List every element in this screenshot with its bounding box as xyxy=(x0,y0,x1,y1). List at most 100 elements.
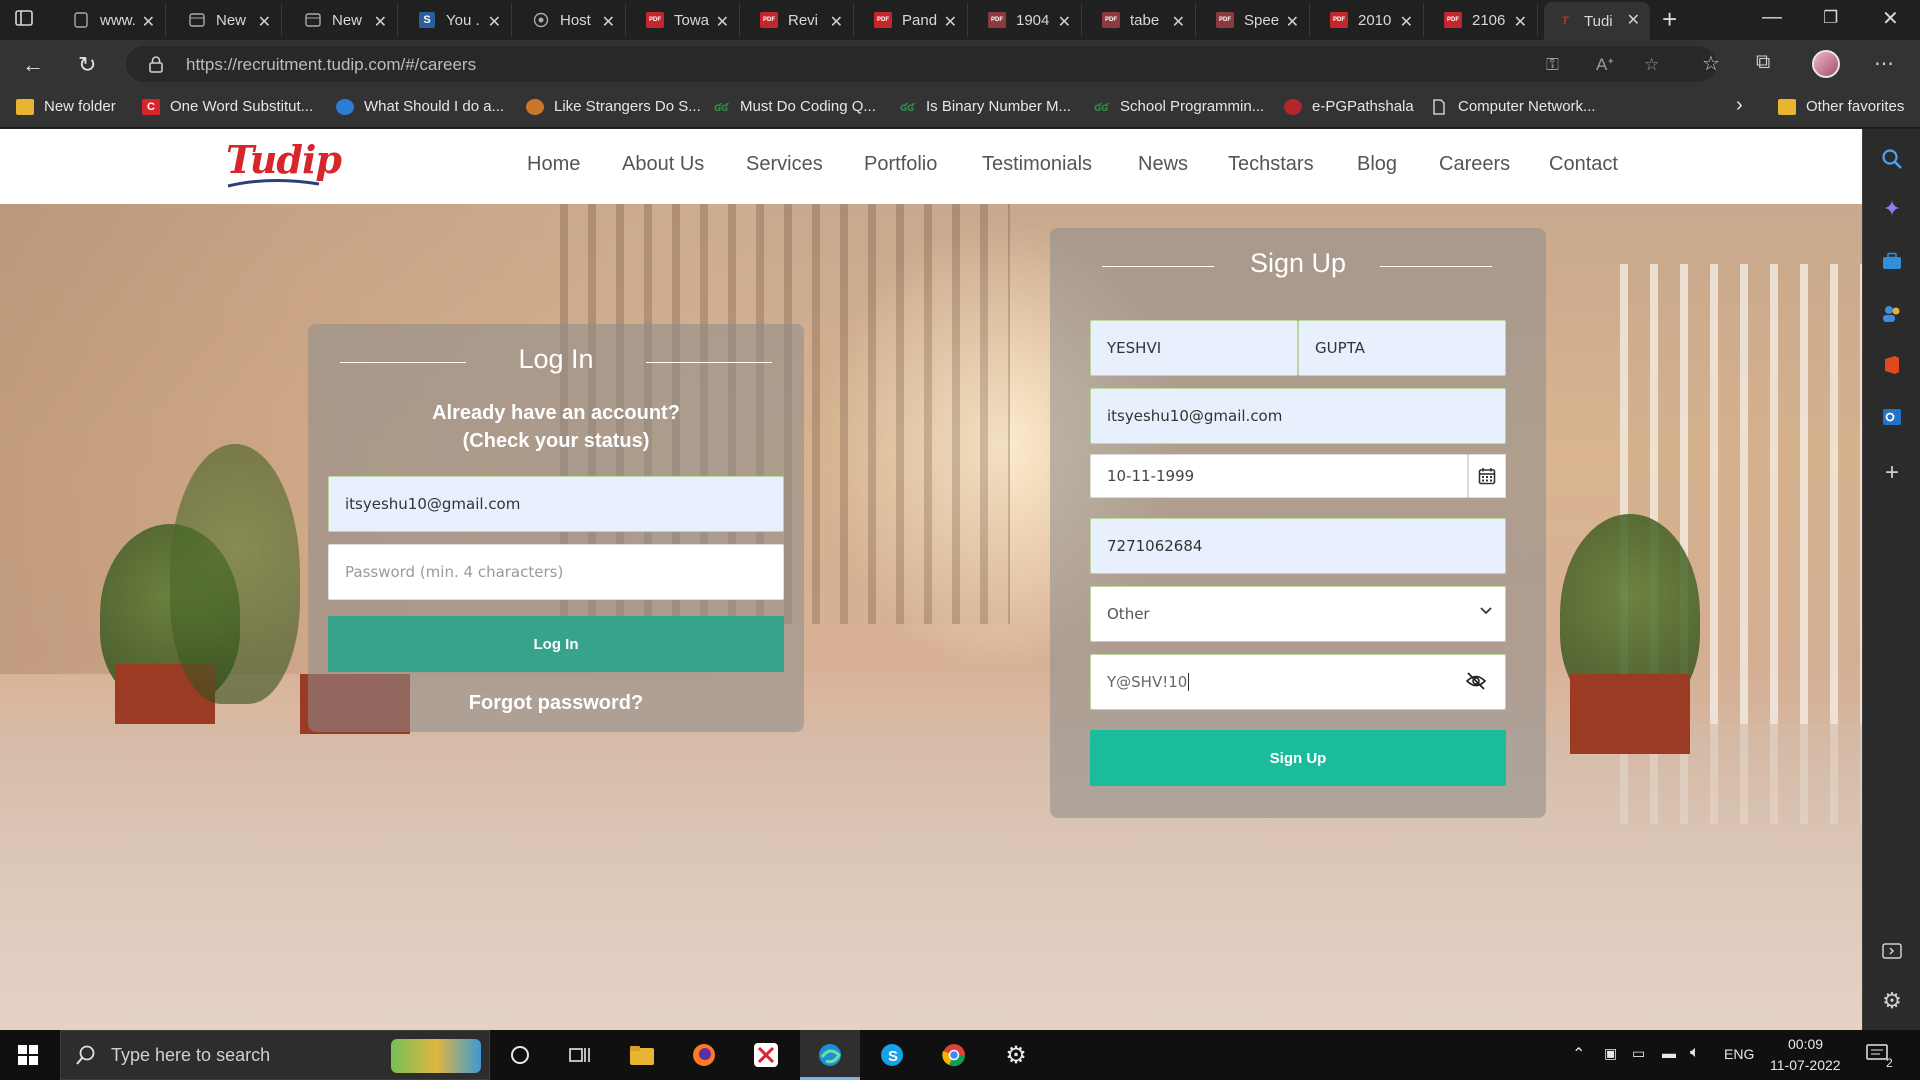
forgot-password-link[interactable]: Forgot password? xyxy=(308,692,804,715)
close-tab-icon[interactable]: ✕ xyxy=(258,12,271,32)
battery-icon[interactable]: ▬ xyxy=(1662,1045,1676,1061)
bookmark-item[interactable]: ʛʛ Is Binary Number M... xyxy=(898,98,1071,115)
close-tab-icon[interactable]: ✕ xyxy=(1172,12,1185,32)
refresh-icon[interactable]: ↻ xyxy=(78,52,96,78)
signup-email-input[interactable]: itsyeshu10@gmail.com xyxy=(1090,388,1506,444)
nav-testimonials[interactable]: Testimonials xyxy=(982,153,1092,176)
nav-news[interactable]: News xyxy=(1138,153,1188,176)
chevron-right-icon[interactable]: › xyxy=(1736,94,1743,117)
eye-slash-icon[interactable] xyxy=(1465,671,1487,695)
gender-select[interactable]: Other xyxy=(1090,586,1506,642)
outlook-icon[interactable] xyxy=(1880,405,1904,429)
new-tab-button[interactable]: + xyxy=(1662,6,1677,32)
taskbar-search-box[interactable]: Type here to search xyxy=(60,1030,490,1080)
close-tab-icon[interactable]: ✕ xyxy=(602,12,615,32)
login-button[interactable]: Log In xyxy=(328,616,784,672)
browser-tab[interactable]: New ✕ xyxy=(292,4,398,36)
signup-password-input[interactable]: Y@SHV!10 xyxy=(1090,654,1506,710)
bookmark-item[interactable]: e-PGPathshala xyxy=(1284,98,1414,115)
clock-date[interactable]: 11-07-2022 xyxy=(1770,1057,1841,1073)
calendar-icon[interactable] xyxy=(1468,454,1506,498)
briefcase-icon[interactable] xyxy=(1880,249,1904,273)
browser-tab[interactable]: PDF Pand ✕ xyxy=(862,4,968,36)
volume-icon[interactable]: 🔈︎ xyxy=(1690,1044,1700,1062)
nav-about-us[interactable]: About Us xyxy=(622,153,704,176)
skype-icon[interactable]: S xyxy=(878,1041,906,1069)
chrome-icon[interactable] xyxy=(940,1041,968,1069)
nav-techstars[interactable]: Techstars xyxy=(1228,153,1314,176)
bookmark-item[interactable]: Like Strangers Do S... xyxy=(526,98,701,115)
close-tab-icon[interactable]: ✕ xyxy=(830,12,843,32)
add-icon[interactable]: + xyxy=(1880,459,1904,486)
notification-icon[interactable] xyxy=(1866,1044,1888,1069)
nav-services[interactable]: Services xyxy=(746,153,823,176)
browser-tab[interactable]: PDF tabe ✕ xyxy=(1090,4,1196,36)
display-icon[interactable]: ▭ xyxy=(1632,1045,1645,1062)
signup-button[interactable]: Sign Up xyxy=(1090,730,1506,786)
bookmark-item[interactable]: What Should I do a... xyxy=(336,98,504,115)
browser-tab[interactable]: S You . ✕ xyxy=(406,4,512,36)
windows-start-icon[interactable] xyxy=(18,1045,38,1065)
nav-careers[interactable]: Careers xyxy=(1439,153,1510,176)
nav-blog[interactable]: Blog xyxy=(1357,153,1397,176)
settings-gear-icon[interactable]: ⚙ xyxy=(1002,1041,1030,1069)
chevron-up-icon[interactable]: ⌃ xyxy=(1572,1044,1585,1064)
favorites-icon[interactable]: ☆ xyxy=(1702,51,1720,76)
browser-tab[interactable]: PDF 1904 ✕ xyxy=(976,4,1082,36)
clock-time[interactable]: 00:09 xyxy=(1788,1036,1823,1052)
nav-contact[interactable]: Contact xyxy=(1549,153,1618,176)
back-icon[interactable]: ← xyxy=(22,52,44,78)
browser-tab-active[interactable]: T Tudi ✕ xyxy=(1544,2,1650,40)
close-tab-icon[interactable]: ✕ xyxy=(142,12,155,32)
people-icon[interactable] xyxy=(1880,301,1904,325)
meet-now-icon[interactable]: ▣ xyxy=(1604,1045,1617,1062)
add-favorite-icon[interactable]: ☆ xyxy=(1644,55,1659,75)
tudip-logo[interactable]: Tudip xyxy=(226,137,342,182)
collections-icon[interactable]: ⧉ xyxy=(1756,51,1770,74)
close-tab-icon[interactable]: ✕ xyxy=(944,12,957,32)
minimize-button[interactable]: — xyxy=(1762,6,1782,29)
nav-portfolio[interactable]: Portfolio xyxy=(864,153,937,176)
lock-icon[interactable] xyxy=(148,55,164,78)
browser-tab[interactable]: PDF 2010 ✕ xyxy=(1318,4,1424,36)
browser-tab[interactable]: PDF Revi ✕ xyxy=(748,4,854,36)
login-email-input[interactable]: itsyeshu10@gmail.com xyxy=(328,476,784,532)
phone-input[interactable]: 7271062684 xyxy=(1090,518,1506,574)
bookmark-item[interactable]: Computer Network... xyxy=(1430,98,1596,115)
task-view-icon[interactable] xyxy=(566,1041,594,1069)
other-favorites[interactable]: Other favorites xyxy=(1778,98,1904,115)
firefox-icon[interactable] xyxy=(690,1041,718,1069)
settings-gear-icon[interactable]: ⚙ xyxy=(1880,988,1904,1013)
login-password-input[interactable]: Password (min. 4 characters) xyxy=(328,544,784,600)
sparkle-icon[interactable]: ✦ xyxy=(1880,196,1904,221)
language-indicator[interactable]: ENG xyxy=(1724,1046,1754,1062)
url-field[interactable]: https://recruitment.tudip.com/#/careers … xyxy=(126,46,1716,82)
close-tab-icon[interactable]: ✕ xyxy=(716,12,729,32)
close-tab-icon[interactable]: ✕ xyxy=(1286,12,1299,32)
bookmark-item[interactable]: ʛʛ Must Do Coding Q... xyxy=(712,98,876,115)
browser-tab[interactable]: PDF 2106 ✕ xyxy=(1432,4,1538,36)
browser-tab[interactable]: PDF Spee ✕ xyxy=(1204,4,1310,36)
tab-actions-icon[interactable] xyxy=(14,8,38,32)
browser-tab[interactable]: PDF Towa ✕ xyxy=(634,4,740,36)
key-icon[interactable]: ⚿ xyxy=(1546,55,1559,75)
dob-input[interactable]: 10-11-1999 xyxy=(1090,454,1468,498)
sidebar-collapse-icon[interactable] xyxy=(1880,939,1904,963)
edge-icon[interactable] xyxy=(816,1041,844,1069)
last-name-input[interactable]: GUPTA xyxy=(1298,320,1506,376)
browser-tab[interactable]: Host ✕ xyxy=(520,4,626,36)
search-icon[interactable] xyxy=(1880,147,1904,171)
bookmark-item[interactable]: New folder xyxy=(16,98,116,115)
close-tab-icon[interactable]: ✕ xyxy=(1400,12,1413,32)
cortana-icon[interactable] xyxy=(506,1041,534,1069)
close-window-button[interactable]: ✕ xyxy=(1882,6,1899,31)
first-name-input[interactable]: YESHVI xyxy=(1090,320,1298,376)
office-icon[interactable] xyxy=(1880,353,1904,377)
close-tab-icon[interactable]: ✕ xyxy=(1058,12,1071,32)
close-tab-icon[interactable]: ✕ xyxy=(1514,12,1527,32)
file-explorer-icon[interactable] xyxy=(628,1041,656,1069)
bookmark-item[interactable]: ʛʛ School Programmin... xyxy=(1092,98,1264,115)
close-tab-icon[interactable]: ✕ xyxy=(374,12,387,32)
restore-button[interactable]: ❐ xyxy=(1823,8,1838,28)
app-icon[interactable] xyxy=(752,1041,780,1069)
